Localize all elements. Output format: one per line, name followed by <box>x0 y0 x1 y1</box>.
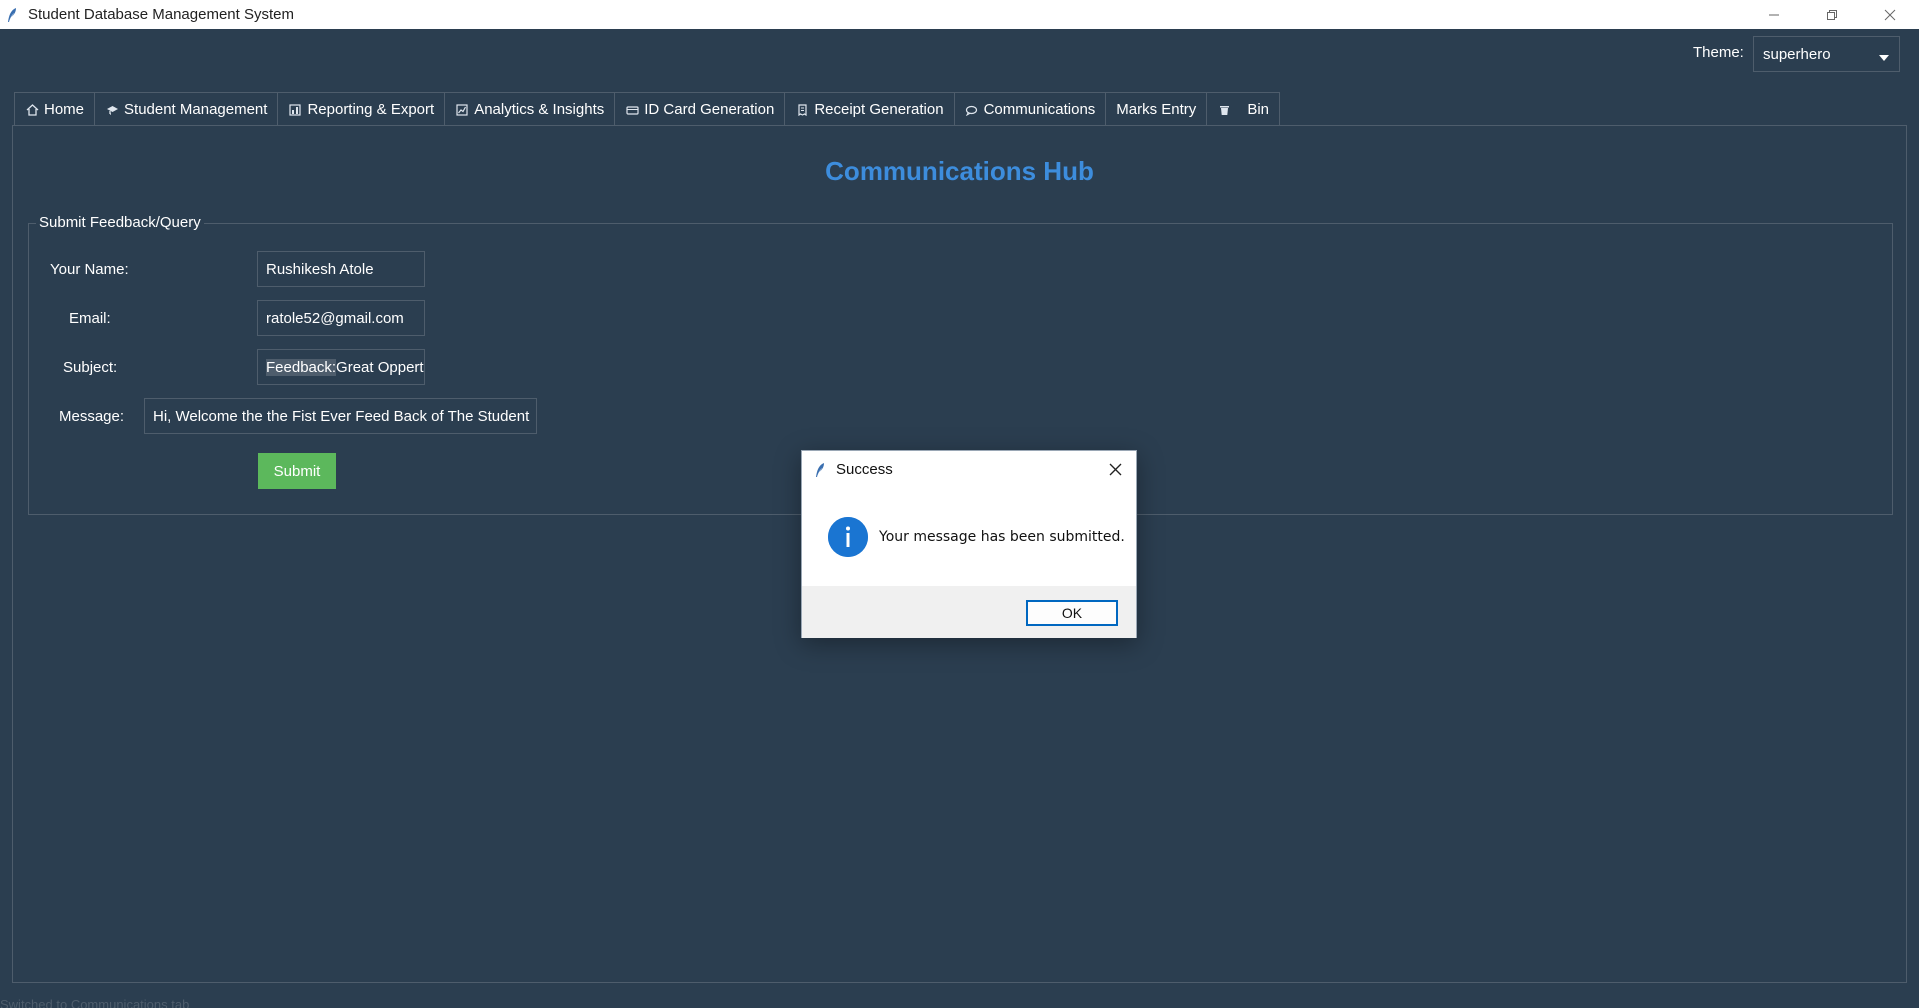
dialog-body: Your message has been submitted. <box>802 488 1136 586</box>
tab-label: Marks Entry <box>1116 101 1197 118</box>
chart-icon <box>455 103 469 117</box>
name-field[interactable]: Rushikesh Atole <box>257 251 425 287</box>
dialog-title: Success <box>836 461 893 478</box>
window-title-bar: Student Database Management System <box>0 0 1919 29</box>
email-label: Email: <box>69 310 111 327</box>
tab-id-card-generation[interactable]: ID Card Generation <box>614 92 786 126</box>
submit-button[interactable]: Submit <box>258 453 336 489</box>
message-field-value: Hi, Welcome the the Fist Ever Feed Back … <box>153 407 530 425</box>
message-field[interactable]: Hi, Welcome the the Fist Ever Feed Back … <box>144 398 537 434</box>
tab-label: Student Management <box>124 101 268 118</box>
tab-receipt-generation[interactable]: Receipt Generation <box>784 92 955 126</box>
tab-bar: Home Student Management Reporting & Expo… <box>14 92 1280 126</box>
form-legend: Submit Feedback/Query <box>36 214 204 231</box>
tab-bin[interactable]: Bin <box>1206 92 1280 126</box>
theme-select[interactable]: superhero <box>1753 36 1900 72</box>
tab-analytics-insights[interactable]: Analytics & Insights <box>444 92 616 126</box>
minimize-button[interactable] <box>1745 0 1803 29</box>
chevron-down-icon[interactable] <box>1879 55 1889 61</box>
tab-label: Reporting & Export <box>307 101 435 118</box>
receipt-icon <box>795 103 809 117</box>
tab-student-management[interactable]: Student Management <box>94 92 279 126</box>
bar-chart-icon <box>288 103 302 117</box>
info-icon <box>828 517 868 557</box>
feather-icon <box>814 462 826 478</box>
id-card-icon <box>625 103 639 117</box>
home-icon <box>25 103 39 117</box>
window-title: Student Database Management System <box>28 6 294 23</box>
tab-communications[interactable]: Communications <box>953 92 1107 126</box>
close-window-button[interactable] <box>1861 0 1919 29</box>
tab-marks-entry[interactable]: Marks Entry <box>1105 92 1208 126</box>
subject-field-value: Great Oppert <box>336 358 424 376</box>
tab-label: Communications <box>983 101 1096 118</box>
name-label: Your Name: <box>50 261 129 278</box>
subject-field[interactable]: Feedback: Great Oppert <box>257 349 425 385</box>
feather-icon <box>6 7 20 23</box>
trash-icon <box>1217 103 1231 117</box>
subject-label: Subject: <box>63 359 118 376</box>
tab-reporting-export[interactable]: Reporting & Export <box>277 92 446 126</box>
email-field[interactable]: ratole52@gmail.com <box>257 300 425 336</box>
dialog-message: Your message has been submitted. <box>879 529 1125 545</box>
status-bar: Switched to Communications tab <box>0 997 190 1008</box>
email-field-value: ratole52@gmail.com <box>266 309 404 327</box>
dialog-footer: OK <box>802 586 1136 638</box>
tab-label: ID Card Generation <box>644 101 775 118</box>
tab-label: Bin <box>1247 101 1269 118</box>
speech-bubble-icon <box>965 103 979 117</box>
success-dialog: Success Your message has been submitted.… <box>801 450 1137 638</box>
theme-select-value: superhero <box>1763 45 1831 63</box>
dialog-title-bar: Success <box>802 451 1136 488</box>
graduation-cap-icon <box>105 103 119 117</box>
message-label: Message: <box>59 408 125 425</box>
tab-label: Home <box>44 101 85 118</box>
subject-selected-text: Feedback: <box>266 358 337 376</box>
page-title: Communications Hub <box>825 156 1094 186</box>
ok-button[interactable]: OK <box>1026 600 1118 626</box>
close-icon[interactable] <box>1104 458 1126 480</box>
name-field-value: Rushikesh Atole <box>266 260 374 278</box>
tab-label: Analytics & Insights <box>474 101 605 118</box>
tab-home[interactable]: Home <box>14 92 96 126</box>
window-controls <box>1745 0 1919 29</box>
theme-label: Theme: <box>1693 44 1744 61</box>
tab-label: Receipt Generation <box>814 101 944 118</box>
restore-button[interactable] <box>1803 0 1861 29</box>
